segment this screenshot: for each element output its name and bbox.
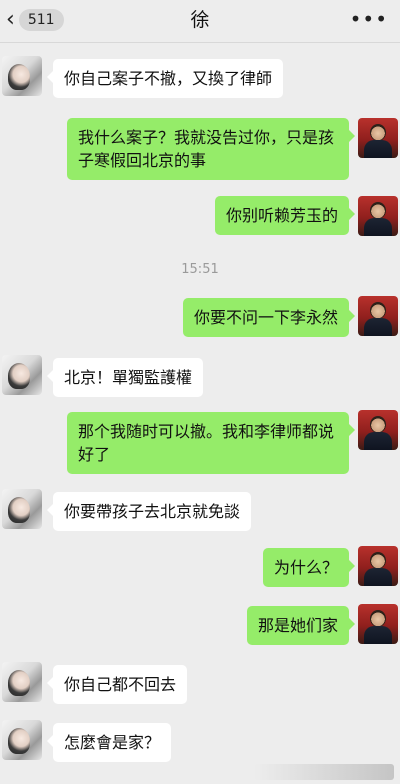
message-bubble-sent: 那是她们家 bbox=[246, 606, 356, 645]
message-bubble-received: 北京！單獨監護權 bbox=[46, 358, 204, 397]
message-bubble-sent: 你要不问一下李永然 bbox=[182, 298, 356, 337]
my-avatar[interactable] bbox=[358, 196, 398, 236]
message-bubble-received: 你要帶孩子去北京就免談 bbox=[46, 492, 252, 531]
message-bubble-received: 怎麼會是家？ bbox=[46, 723, 172, 762]
message-bubble-sent: 我什么案子？我就没告过你，只是孩子寒假回北京的事 bbox=[67, 118, 355, 180]
contact-avatar[interactable] bbox=[2, 489, 42, 529]
time-separator: 15:51 bbox=[181, 262, 219, 277]
message-bubble-sent: 那个我随时可以撤。我和李律师都说好了 bbox=[67, 412, 355, 474]
my-avatar[interactable] bbox=[358, 296, 398, 336]
chat-header: ‹ 511 徐 ••• bbox=[0, 0, 400, 43]
my-avatar[interactable] bbox=[358, 604, 398, 644]
chat-title: 徐 bbox=[190, 9, 210, 31]
my-avatar[interactable] bbox=[358, 118, 398, 158]
contact-avatar[interactable] bbox=[2, 720, 42, 760]
ellipsis-icon[interactable]: ••• bbox=[350, 9, 388, 29]
contact-avatar[interactable] bbox=[2, 355, 42, 395]
contact-avatar[interactable] bbox=[2, 662, 42, 702]
my-avatar[interactable] bbox=[358, 546, 398, 586]
contact-avatar[interactable] bbox=[2, 56, 42, 96]
message-bubble-received: 你自己都不回去 bbox=[46, 665, 188, 704]
message-bubble-received: 你自己案子不撤，又換了律師 bbox=[46, 59, 284, 98]
message-bubble-sent: 你别听赖芳玉的 bbox=[214, 196, 356, 235]
my-avatar[interactable] bbox=[358, 410, 398, 450]
message-bubble-sent: 为什么？ bbox=[262, 548, 356, 587]
watermark bbox=[254, 764, 394, 780]
